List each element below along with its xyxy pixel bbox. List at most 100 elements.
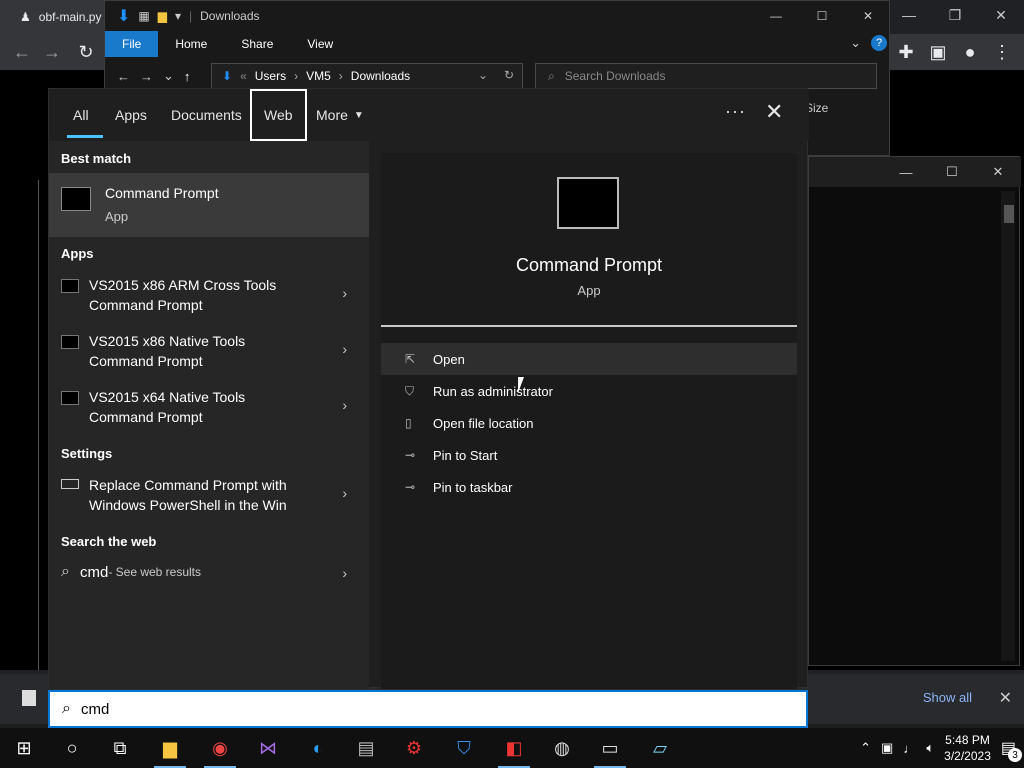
forward-icon[interactable]: →	[38, 38, 66, 66]
forward-icon[interactable]: →	[140, 69, 153, 84]
close-icon[interactable]: ✕	[765, 99, 783, 125]
start-search-box[interactable]: ⌕	[48, 690, 808, 728]
show-all-link[interactable]: Show all	[923, 690, 972, 705]
recent-icon[interactable]: ⌄	[163, 68, 174, 84]
app-result-item[interactable]: VS2015 x86 ARM Cross Tools Command Promp…	[49, 275, 369, 315]
minimize-icon[interactable]: —	[883, 157, 929, 187]
settings-result-item[interactable]: Replace Command Prompt with Windows Powe…	[49, 475, 369, 515]
chevron-right-icon[interactable]: ›	[342, 397, 347, 413]
tab-web[interactable]: Web	[250, 89, 307, 141]
volume-icon[interactable]: 🔈︎	[926, 740, 934, 756]
action-open-file-location[interactable]: ▯ Open file location	[381, 407, 797, 439]
photos-icon[interactable]: ▤	[342, 728, 390, 768]
best-match-item[interactable]	[49, 173, 369, 237]
chevron-right-icon[interactable]: ›	[342, 285, 347, 301]
tab-all[interactable]: All	[73, 89, 89, 141]
back-icon[interactable]: ←	[8, 38, 36, 66]
network-icon[interactable]: ▣	[881, 740, 893, 756]
browser-window-controls: — ❐ ✕	[886, 0, 1024, 30]
close-icon[interactable]: ✕	[978, 0, 1024, 30]
restore-icon[interactable]: ❐	[932, 0, 978, 30]
breadcrumb-users[interactable]: Users	[255, 69, 286, 83]
ribbon-tab-home[interactable]: Home	[158, 31, 224, 57]
tab-apps[interactable]: Apps	[115, 89, 147, 141]
task-view-icon[interactable]: ⧉	[96, 728, 144, 768]
folder-icon[interactable]: ▆	[158, 9, 167, 23]
breadcrumb-downloads[interactable]: Downloads	[351, 69, 410, 83]
open-icon: ⇱	[405, 352, 416, 366]
more-options-icon[interactable]: ···	[725, 101, 746, 122]
browser-tab[interactable]: ♟ obf-main.py	[0, 0, 110, 34]
pin-icon: ⊸	[405, 480, 416, 494]
menu-icon[interactable]: ⋮	[988, 38, 1016, 66]
ribbon-tab-share[interactable]: Share	[224, 31, 290, 57]
terminal-scrollbar[interactable]	[1001, 191, 1015, 661]
microphone-icon[interactable]: ♩	[903, 741, 916, 756]
chevron-right-icon[interactable]: ›	[342, 341, 347, 357]
ribbon-tab-file[interactable]: File	[105, 31, 159, 57]
minimize-icon[interactable]: —	[753, 1, 799, 31]
properties-icon[interactable]: ▦	[138, 9, 149, 23]
web-result-item[interactable]: ⌕ cmd - See web results ›	[49, 563, 369, 581]
clock[interactable]: 5:48 PM 3/2/2023	[944, 732, 991, 764]
chevron-right-icon[interactable]: ›	[342, 565, 347, 581]
minimize-icon[interactable]: —	[886, 0, 932, 30]
action-open[interactable]: ⇱ Open	[381, 343, 797, 375]
address-bar[interactable]: ⬇ « Users › VM5 › Downloads ⌄ ↻	[211, 63, 523, 89]
chevron-down-icon[interactable]: ⌄	[478, 68, 488, 82]
recorder-icon[interactable]: ◧	[490, 728, 538, 768]
app-red-icon[interactable]: ⚙	[390, 728, 438, 768]
up-icon[interactable]: ↑	[184, 69, 191, 84]
close-icon[interactable]: ✕	[975, 157, 1021, 187]
ribbon-expand-icon[interactable]: ⌄	[850, 35, 861, 51]
refresh-icon[interactable]: ↻	[504, 68, 514, 82]
tab-documents[interactable]: Documents	[171, 89, 242, 141]
start-search-input[interactable]	[80, 700, 681, 718]
windows-start-icon[interactable]: ⊞	[0, 728, 48, 768]
web-query: cmd	[79, 563, 109, 581]
obs-icon[interactable]: ◍	[538, 728, 586, 768]
maximize-icon[interactable]: ☐	[799, 1, 845, 31]
chevron-up-icon[interactable]: ⌃	[860, 740, 871, 756]
help-icon[interactable]: ?	[871, 35, 887, 51]
close-icon[interactable]: ✕	[845, 1, 891, 31]
explorer-title: Downloads	[200, 9, 260, 23]
caret-down-icon: ▼	[353, 109, 364, 121]
sidepanel-icon[interactable]: ▣	[924, 38, 952, 66]
download-icon: ⬇	[117, 8, 131, 25]
explorer-search-box[interactable]: ⌕ Search Downloads	[535, 63, 877, 89]
cortana-icon[interactable]: ○	[48, 728, 96, 768]
file-explorer-icon[interactable]: ▆	[146, 728, 194, 768]
reload-icon[interactable]: ↻	[72, 38, 100, 66]
dropdown-icon[interactable]: ▾	[175, 9, 181, 23]
action-pin-to-start[interactable]: ⊸ Pin to Start	[381, 439, 797, 471]
action-pin-to-taskbar[interactable]: ⊸ Pin to taskbar	[381, 471, 797, 503]
notification-icon[interactable]: ▤ 3	[1001, 738, 1022, 762]
ribbon-tab-view[interactable]: View	[290, 31, 350, 57]
best-match-name: Command Prompt	[105, 185, 219, 201]
download-file-icon[interactable]	[22, 690, 36, 706]
file-location-icon: ▯	[405, 416, 412, 430]
terminal-scroll-thumb[interactable]	[1004, 205, 1014, 223]
detail-pane: Command Prompt App ⇱ Open ⛉ Run as admin…	[381, 153, 797, 689]
app-result-item[interactable]: VS2015 x86 Native Tools Command Prompt ›	[49, 331, 369, 371]
extensions-icon[interactable]: ✚	[892, 38, 920, 66]
breadcrumb-vm5[interactable]: VM5	[306, 69, 331, 83]
chrome-icon[interactable]: ◉	[196, 728, 244, 768]
close-icon[interactable]: ✕	[999, 688, 1012, 708]
security-shield-icon[interactable]: ⛉	[440, 728, 488, 768]
settings-result-line2: Windows PowerShell in the Win	[89, 497, 287, 513]
edge-icon[interactable]: ◐	[294, 728, 342, 768]
terminal-icon[interactable]: ▭	[586, 728, 634, 768]
chevron-right-icon: ›	[294, 69, 299, 83]
app-result-item[interactable]: VS2015 x64 Native Tools Command Prompt ›	[49, 387, 369, 427]
back-icon[interactable]: ←	[117, 69, 130, 84]
command-prompt-icon	[557, 177, 619, 229]
tab-more[interactable]: More ▼	[316, 89, 364, 141]
profile-icon[interactable]: ●	[956, 38, 984, 66]
chevron-right-icon[interactable]: ›	[342, 485, 347, 501]
action-run-as-admin[interactable]: ⛉ Run as administrator	[381, 375, 797, 407]
maximize-icon[interactable]: ☐	[929, 157, 975, 187]
notepad-icon[interactable]: ▱	[636, 728, 684, 768]
visual-studio-icon[interactable]: ⋈	[244, 728, 292, 768]
